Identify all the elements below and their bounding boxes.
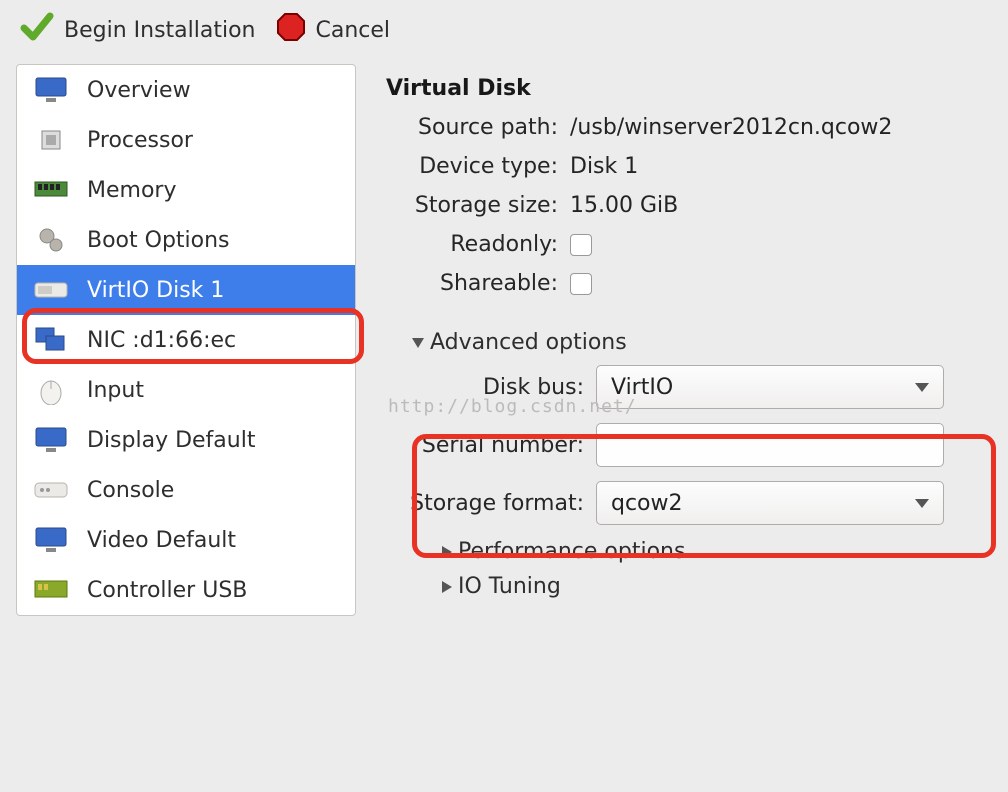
- sidebar-item-label: Overview: [87, 78, 191, 103]
- mouse-icon: [33, 375, 69, 405]
- advanced-options-label: Advanced options: [430, 330, 627, 355]
- sidebar-item-label: Display Default: [87, 428, 255, 453]
- detail-pane: Virtual Disk Source path: /usb/winserver…: [386, 64, 992, 616]
- begin-installation-label: Begin Installation: [64, 18, 256, 43]
- sidebar-item-boot-options[interactable]: Boot Options: [17, 215, 355, 265]
- main-area: Overview Processor Memory Boot Options V: [0, 64, 1008, 616]
- storage-format-value: qcow2: [611, 491, 683, 516]
- sidebar-item-memory[interactable]: Memory: [17, 165, 355, 215]
- toolbar: Begin Installation Cancel: [0, 0, 1008, 64]
- io-tuning-expander[interactable]: IO Tuning: [442, 574, 992, 599]
- sidebar-item-label: Controller USB: [87, 578, 247, 603]
- storage-format-label: Storage format:: [386, 491, 596, 516]
- storage-format-select[interactable]: qcow2: [596, 481, 944, 525]
- sidebar-item-label: Memory: [87, 178, 176, 203]
- shareable-label: Shareable:: [386, 271, 570, 296]
- cancel-button[interactable]: Cancel: [270, 8, 397, 52]
- sidebar-item-label: Processor: [87, 128, 193, 153]
- sidebar-item-nic[interactable]: NIC :d1:66:ec: [17, 315, 355, 365]
- cancel-label: Cancel: [316, 18, 391, 43]
- performance-options-label: Performance options: [458, 539, 685, 564]
- storage-size-label: Storage size:: [386, 193, 570, 218]
- sidebar-item-input[interactable]: Input: [17, 365, 355, 415]
- source-path-label: Source path:: [386, 115, 570, 140]
- cpu-icon: [33, 125, 69, 155]
- source-path-value: /usb/winserver2012cn.qcow2: [570, 115, 892, 140]
- pci-icon: [33, 575, 69, 605]
- sidebar-item-label: Video Default: [87, 528, 236, 553]
- chevron-right-icon: [442, 546, 452, 558]
- chevron-down-icon: [412, 338, 424, 348]
- sidebar: Overview Processor Memory Boot Options V: [16, 64, 356, 616]
- begin-installation-button[interactable]: Begin Installation: [14, 6, 262, 54]
- monitor-icon: [33, 425, 69, 455]
- device-type-label: Device type:: [386, 154, 570, 179]
- sidebar-item-label: Console: [87, 478, 174, 503]
- chevron-right-icon: [442, 581, 452, 593]
- io-tuning-label: IO Tuning: [458, 574, 561, 599]
- disk-bus-select[interactable]: VirtIO: [596, 365, 944, 409]
- serial-number-input[interactable]: [596, 423, 944, 467]
- chevron-down-icon: [915, 499, 929, 508]
- sidebar-item-controller-usb[interactable]: Controller USB: [17, 565, 355, 615]
- sidebar-item-processor[interactable]: Processor: [17, 115, 355, 165]
- sidebar-item-virtio-disk-1[interactable]: VirtIO Disk 1: [17, 265, 355, 315]
- watermark-text: http://blog.csdn.net/: [388, 396, 637, 417]
- sidebar-item-overview[interactable]: Overview: [17, 65, 355, 115]
- readonly-checkbox[interactable]: [570, 234, 592, 256]
- monitor-icon: [33, 75, 69, 105]
- storage-size-value: 15.00 GiB: [570, 193, 678, 218]
- checkmark-icon: [20, 10, 54, 50]
- detail-title: Virtual Disk: [386, 76, 992, 101]
- device-type-value: Disk 1: [570, 154, 638, 179]
- sidebar-item-display-default[interactable]: Display Default: [17, 415, 355, 465]
- advanced-options-expander[interactable]: Advanced options: [412, 330, 992, 355]
- sidebar-item-label: VirtIO Disk 1: [87, 278, 224, 303]
- sidebar-item-video-default[interactable]: Video Default: [17, 515, 355, 565]
- sidebar-item-label: NIC :d1:66:ec: [87, 328, 236, 353]
- serial-number-label: Serial number:: [386, 433, 596, 458]
- sidebar-item-label: Boot Options: [87, 228, 230, 253]
- sidebar-item-label: Input: [87, 378, 144, 403]
- nic-icon: [33, 325, 69, 355]
- gears-icon: [33, 225, 69, 255]
- chevron-down-icon: [915, 383, 929, 392]
- monitor-icon: [33, 525, 69, 555]
- performance-options-expander[interactable]: Performance options: [442, 539, 992, 564]
- readonly-label: Readonly:: [386, 232, 570, 257]
- ram-icon: [33, 175, 69, 205]
- disk-icon: [33, 275, 69, 305]
- console-icon: [33, 475, 69, 505]
- sidebar-item-console[interactable]: Console: [17, 465, 355, 515]
- stop-icon: [276, 12, 306, 48]
- shareable-checkbox[interactable]: [570, 273, 592, 295]
